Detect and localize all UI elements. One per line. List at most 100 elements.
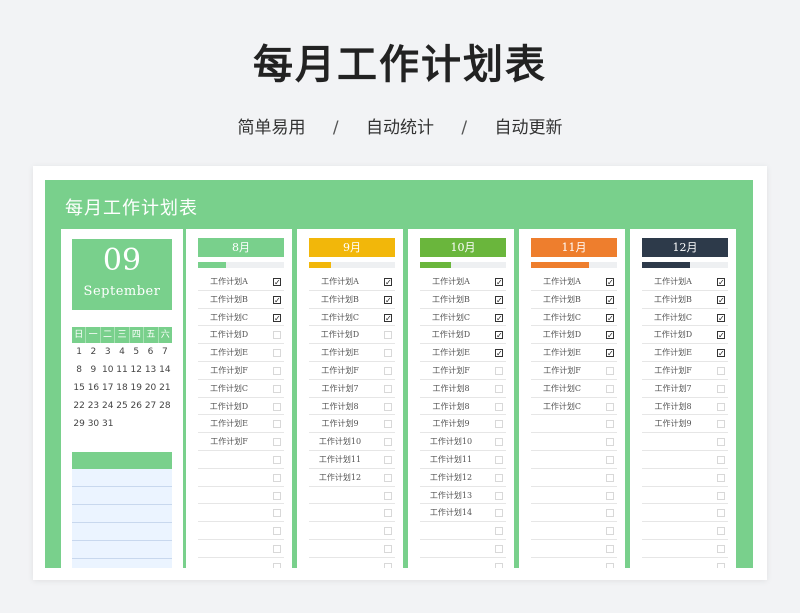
task-checkbox[interactable] (273, 366, 281, 375)
task-checkbox[interactable] (495, 455, 503, 464)
task-checkbox[interactable] (495, 384, 503, 393)
calendar-day[interactable]: 14 (158, 361, 172, 379)
task-checkbox[interactable] (717, 473, 725, 482)
task-checkbox[interactable] (273, 473, 281, 482)
calendar-day[interactable]: 1 (72, 343, 86, 361)
task-checkbox[interactable] (606, 402, 614, 411)
calendar-day[interactable]: 29 (72, 415, 86, 433)
task-checkbox[interactable] (495, 473, 503, 482)
note-line[interactable] (72, 469, 172, 487)
task-checkbox[interactable] (384, 544, 392, 553)
task-checkbox[interactable] (495, 509, 503, 518)
calendar-day[interactable]: 11 (115, 361, 129, 379)
task-checkbox-checked[interactable]: ✓ (273, 295, 281, 304)
task-checkbox[interactable] (495, 366, 503, 375)
calendar-day[interactable]: 17 (101, 379, 115, 397)
task-checkbox[interactable] (384, 473, 392, 482)
calendar-day[interactable]: 30 (86, 415, 100, 433)
task-checkbox[interactable] (273, 491, 281, 500)
calendar-day[interactable]: 4 (115, 343, 129, 361)
task-checkbox[interactable] (273, 562, 281, 568)
calendar-day[interactable]: 5 (129, 343, 143, 361)
calendar-day[interactable]: 27 (143, 397, 157, 415)
note-line[interactable] (72, 523, 172, 541)
task-checkbox[interactable] (606, 473, 614, 482)
task-checkbox-checked[interactable]: ✓ (495, 349, 503, 358)
task-checkbox-checked[interactable]: ✓ (717, 278, 725, 287)
task-checkbox-checked[interactable]: ✓ (717, 313, 725, 322)
task-checkbox[interactable] (384, 420, 392, 429)
calendar-day[interactable]: 22 (72, 397, 86, 415)
calendar-day[interactable]: 9 (86, 361, 100, 379)
task-checkbox-checked[interactable]: ✓ (606, 278, 614, 287)
task-checkbox[interactable] (606, 544, 614, 553)
notes-area[interactable] (72, 469, 172, 568)
task-checkbox[interactable] (384, 384, 392, 393)
task-checkbox[interactable] (606, 562, 614, 568)
task-checkbox-checked[interactable]: ✓ (495, 313, 503, 322)
task-checkbox[interactable] (273, 509, 281, 518)
task-checkbox[interactable] (273, 331, 281, 340)
task-checkbox[interactable] (273, 544, 281, 553)
task-checkbox[interactable] (384, 349, 392, 358)
calendar-day[interactable]: 20 (143, 379, 157, 397)
task-checkbox[interactable] (273, 420, 281, 429)
task-checkbox-checked[interactable]: ✓ (606, 295, 614, 304)
task-checkbox[interactable] (717, 420, 725, 429)
calendar-day[interactable]: 23 (86, 397, 100, 415)
calendar-day[interactable]: 24 (101, 397, 115, 415)
task-checkbox[interactable] (717, 544, 725, 553)
task-checkbox[interactable] (384, 527, 392, 536)
task-checkbox[interactable] (606, 384, 614, 393)
task-checkbox-checked[interactable]: ✓ (273, 278, 281, 287)
task-checkbox-checked[interactable]: ✓ (606, 349, 614, 358)
task-checkbox[interactable] (717, 402, 725, 411)
task-checkbox[interactable] (606, 509, 614, 518)
calendar-day[interactable]: 31 (101, 415, 115, 433)
task-checkbox[interactable] (384, 438, 392, 447)
calendar-day[interactable]: 25 (115, 397, 129, 415)
task-checkbox[interactable] (606, 438, 614, 447)
task-checkbox[interactable] (606, 527, 614, 536)
task-checkbox[interactable] (606, 455, 614, 464)
task-checkbox[interactable] (717, 562, 725, 568)
task-checkbox[interactable] (717, 366, 725, 375)
calendar-day[interactable]: 19 (129, 379, 143, 397)
task-checkbox-checked[interactable]: ✓ (495, 295, 503, 304)
task-checkbox-checked[interactable]: ✓ (495, 331, 503, 340)
task-checkbox[interactable] (384, 562, 392, 568)
task-checkbox[interactable] (384, 331, 392, 340)
task-checkbox[interactable] (273, 455, 281, 464)
task-checkbox-checked[interactable]: ✓ (273, 313, 281, 322)
task-checkbox[interactable] (495, 527, 503, 536)
calendar-day[interactable]: 2 (86, 343, 100, 361)
task-checkbox[interactable] (717, 491, 725, 500)
note-line[interactable] (72, 505, 172, 523)
task-checkbox[interactable] (273, 527, 281, 536)
calendar-day[interactable]: 6 (143, 343, 157, 361)
task-checkbox-checked[interactable]: ✓ (384, 278, 392, 287)
calendar-day[interactable]: 15 (72, 379, 86, 397)
calendar-day[interactable]: 21 (158, 379, 172, 397)
task-checkbox[interactable] (495, 402, 503, 411)
task-checkbox[interactable] (273, 402, 281, 411)
calendar-day[interactable]: 10 (101, 361, 115, 379)
task-checkbox[interactable] (606, 491, 614, 500)
task-checkbox[interactable] (384, 455, 392, 464)
task-checkbox[interactable] (495, 491, 503, 500)
task-checkbox[interactable] (495, 420, 503, 429)
calendar-day[interactable]: 3 (101, 343, 115, 361)
task-checkbox-checked[interactable]: ✓ (717, 331, 725, 340)
note-line[interactable] (72, 541, 172, 559)
calendar-day[interactable]: 13 (143, 361, 157, 379)
task-checkbox[interactable] (384, 509, 392, 518)
task-checkbox-checked[interactable]: ✓ (384, 295, 392, 304)
task-checkbox-checked[interactable]: ✓ (495, 278, 503, 287)
task-checkbox[interactable] (384, 491, 392, 500)
task-checkbox[interactable] (384, 366, 392, 375)
task-checkbox[interactable] (717, 455, 725, 464)
task-checkbox-checked[interactable]: ✓ (717, 349, 725, 358)
task-checkbox[interactable] (495, 438, 503, 447)
task-checkbox[interactable] (495, 562, 503, 568)
task-checkbox[interactable] (717, 384, 725, 393)
